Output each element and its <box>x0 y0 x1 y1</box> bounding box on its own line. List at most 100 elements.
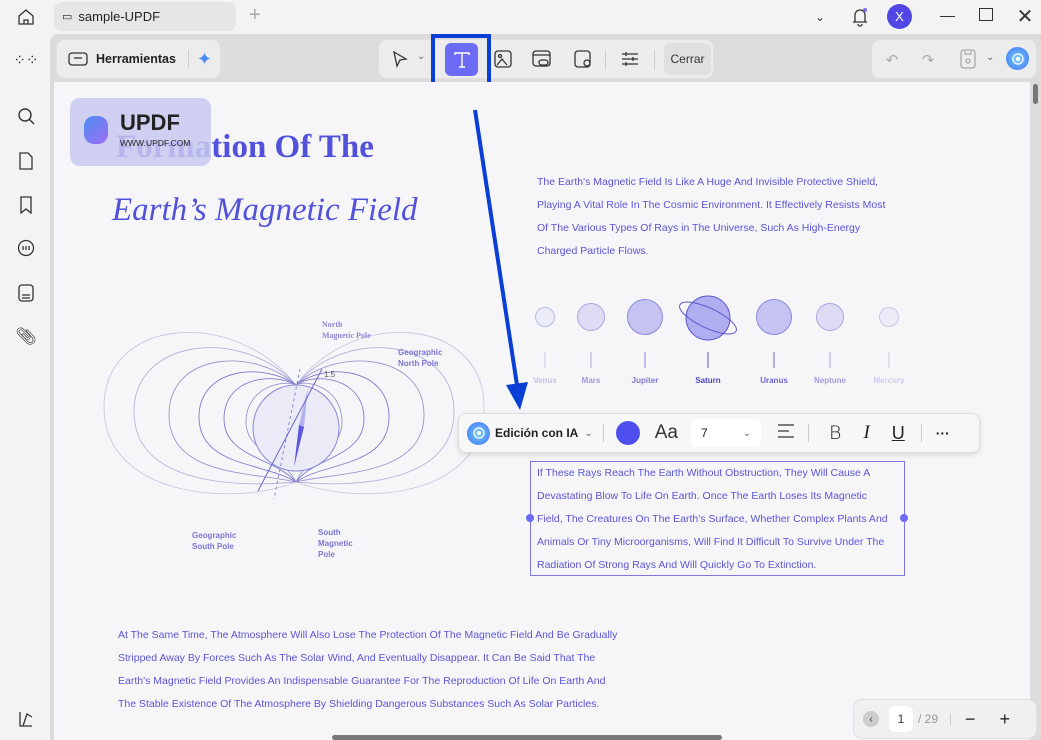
separator <box>950 713 952 725</box>
text-line: Field, The Creatures On The Earth's Surf… <box>537 513 888 525</box>
chevron-down-icon[interactable]: ⌄ <box>584 428 592 439</box>
intro-paragraph: The Earth's Magnetic Field Is Like A Hug… <box>537 171 885 263</box>
separator <box>920 424 922 442</box>
vertical-scrollbar[interactable] <box>1033 84 1038 104</box>
chevron-down-icon[interactable]: ⌄ <box>810 7 830 27</box>
text-line: Of The Various Types Of Rays in The Univ… <box>537 222 861 234</box>
north-magnetic-label-2: Magnetic Pole <box>322 331 371 340</box>
chevron-down-icon: ⌄ <box>742 427 751 439</box>
apps-grid-icon[interactable]: ⁘⁘ <box>13 48 39 72</box>
stamp-icon[interactable] <box>14 281 38 305</box>
add-location-icon[interactable] <box>571 47 595 71</box>
geo-north-label-2: North Pole <box>398 359 439 368</box>
new-tab-button[interactable]: + <box>249 4 261 27</box>
tools-button[interactable]: Herramientas ✦ <box>57 40 220 78</box>
comment-icon[interactable] <box>14 236 38 260</box>
horizontal-scrollbar[interactable] <box>332 735 722 740</box>
font-family-button[interactable]: Aa <box>655 422 678 444</box>
mercury-planet <box>879 307 899 327</box>
text-line: Stripped Away By Forces Such As The Sola… <box>118 652 596 664</box>
separator <box>602 424 604 442</box>
text-line: Earth's Magnetic Field Provides An Indis… <box>118 675 606 687</box>
attachment-icon[interactable]: 📎︎ <box>14 325 38 349</box>
add-text-button[interactable] <box>445 43 478 76</box>
minimize-button[interactable] <box>940 16 955 17</box>
avatar[interactable]: X <box>887 4 912 29</box>
more-options-button[interactable]: ··· <box>936 425 950 441</box>
undo-icon[interactable]: ↶ <box>882 50 902 70</box>
south-magnetic-label-1: South <box>318 528 341 537</box>
tab-title: sample-UPDF <box>78 9 161 24</box>
font-size-select[interactable]: 7 ⌄ <box>690 419 761 447</box>
underline-button[interactable]: U <box>892 423 905 444</box>
resize-handle-left[interactable] <box>526 514 534 522</box>
updf-watermark-logo: UPDF WWW.UPDF.COM <box>70 98 211 166</box>
ai-assistant-icon[interactable] <box>1006 47 1029 70</box>
separator <box>654 51 655 69</box>
text-line: Playing A Vital Role In The Cosmic Envir… <box>537 199 886 211</box>
add-link-icon[interactable] <box>530 47 554 71</box>
align-left-icon[interactable] <box>777 423 795 444</box>
zoom-out-button[interactable]: − <box>965 709 976 730</box>
south-magnetic-label-2: Magnetic <box>318 539 353 548</box>
text-line: The Stable Existence Of The Atmosphere B… <box>118 698 600 710</box>
save-dropdown-icon[interactable]: ⌄ <box>986 52 994 63</box>
annotation-arrow <box>473 109 528 410</box>
text-line: If These Rays Reach The Earth Without Ob… <box>537 467 871 479</box>
bold-button[interactable]: B <box>829 422 841 444</box>
separator <box>187 50 189 68</box>
geo-south-label-2: South Pole <box>192 542 234 551</box>
south-magnetic-label-3: Pole <box>318 550 335 559</box>
font-size-value: 7 <box>700 426 708 440</box>
prev-page-button[interactable]: ‹ <box>863 711 879 727</box>
bell-icon[interactable] <box>849 5 871 29</box>
planet-label-uranus: Uranus <box>760 376 788 385</box>
neptune-planet <box>816 303 844 331</box>
geo-south-label-1: Geographic <box>192 531 237 540</box>
uranus-planet <box>756 299 792 335</box>
planet-stems <box>544 352 890 368</box>
planet-label-mercury: Mercury <box>873 376 905 385</box>
left-sidebar <box>0 34 50 740</box>
separator <box>807 424 809 442</box>
text-line: Devastating Blow To Life On Earth. Once … <box>537 490 867 502</box>
pointer-dropdown-icon[interactable]: ⌄ <box>417 51 425 62</box>
logo-brand: UPDF <box>120 110 180 135</box>
planet-label-jupiter: Jupiter <box>631 376 659 385</box>
resize-handle-right[interactable] <box>900 514 908 522</box>
planet-label-neptune: Neptune <box>814 376 846 385</box>
planet-label-saturn: Saturn <box>695 376 721 385</box>
ai-edit-button[interactable]: Edición con IA <box>495 426 578 440</box>
add-image-icon[interactable] <box>491 47 515 71</box>
ai-assistant-icon <box>467 421 490 445</box>
italic-button[interactable]: I <box>863 422 869 444</box>
text-line: Animals Or Tiny Microorganisms, Will Fin… <box>537 536 885 548</box>
text-color-picker[interactable] <box>615 421 640 445</box>
layers-icon[interactable] <box>14 707 38 731</box>
redo-icon[interactable]: ↷ <box>918 50 938 70</box>
logo-url: WWW.UPDF.COM <box>120 138 191 148</box>
bookmark-icon[interactable] <box>14 193 38 217</box>
planets-illustration <box>535 295 899 341</box>
close-edit-button[interactable]: Cerrar <box>664 43 711 75</box>
home-icon[interactable] <box>14 5 38 29</box>
pages-icon[interactable] <box>14 149 38 173</box>
search-icon[interactable] <box>14 104 38 128</box>
text-line: Radiation Of Strong Rays And Will Quickl… <box>537 559 817 571</box>
selected-text-box[interactable]: If These Rays Reach The Earth Without Ob… <box>530 461 905 576</box>
close-window-button[interactable]: ✕ <box>1013 4 1037 28</box>
maximize-button[interactable] <box>979 8 993 21</box>
updf-logo-icon <box>84 116 108 144</box>
save-icon[interactable] <box>958 48 978 70</box>
settings-sliders-icon[interactable] <box>618 47 642 71</box>
toolbox-icon <box>68 48 88 71</box>
separator <box>605 51 606 69</box>
select-pointer-icon[interactable] <box>388 47 412 71</box>
mars-planet <box>577 303 605 331</box>
tab-sample-updf[interactable]: ▭ sample-UPDF <box>54 2 236 31</box>
page-number-input[interactable]: 1 <box>889 706 913 732</box>
zoom-in-button[interactable]: + <box>1000 709 1011 730</box>
ai-sparkle-icon[interactable]: ✦ <box>197 49 212 70</box>
doc-title-line2: Earth’s Magnetic Field <box>112 192 418 228</box>
text-line: Charged Particle Flows. <box>537 245 649 257</box>
